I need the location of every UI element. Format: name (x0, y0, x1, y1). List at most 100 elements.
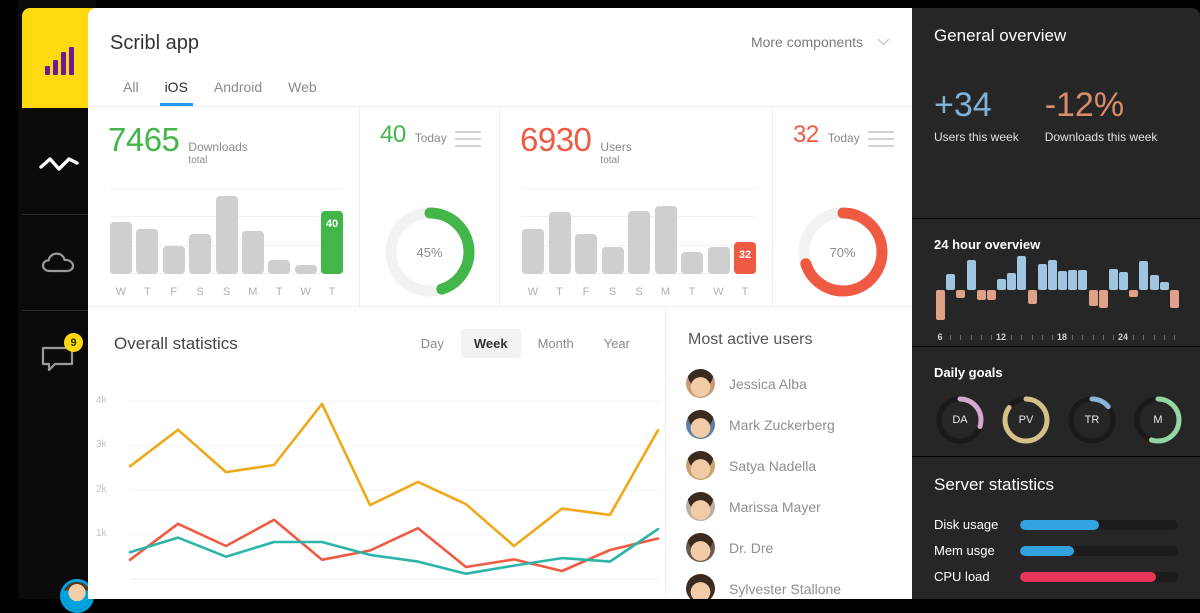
users-card: 6930 Users total 32 WTFSSMTWT (500, 107, 772, 306)
users-bar-chart: 32 WTFSSMTWT (522, 188, 756, 298)
hamburger-icon[interactable] (868, 131, 894, 152)
axis-tick (1143, 335, 1144, 340)
chevron-down-icon (877, 38, 890, 46)
bar (549, 212, 571, 274)
sidebar-item-messages[interactable]: 9 (22, 310, 96, 406)
range-tab-day[interactable]: Day (408, 329, 457, 358)
users-donut: 70% (795, 204, 891, 300)
axis-tick (971, 335, 972, 340)
hourly-bar (1038, 264, 1047, 290)
hourly-bar (946, 274, 955, 290)
hourly-bar (997, 279, 1006, 290)
users-donut-percent: 70% (795, 204, 891, 300)
goal-label: M (1132, 394, 1184, 446)
hourly-bar (1007, 273, 1016, 290)
more-components-label: More components (751, 34, 863, 50)
more-components-button[interactable]: More components (751, 34, 890, 50)
downloads-today-card: 40 Today 45% (360, 107, 500, 306)
list-item[interactable]: Mark Zuckerberg (666, 404, 911, 445)
range-tab-year[interactable]: Year (591, 329, 643, 358)
bar-label: T (549, 286, 571, 298)
bar: 40 (321, 211, 343, 274)
avatar (686, 533, 715, 562)
bar-label: W (295, 286, 317, 298)
hourly-overview-section: 24 hour overview 6121824 (912, 218, 1200, 346)
cloud-icon (41, 251, 77, 275)
list-item[interactable]: Satya Nadella (666, 445, 911, 486)
avatar (686, 492, 715, 521)
list-item-label: Marissa Mayer (729, 499, 821, 515)
bar-label: T (681, 286, 703, 298)
list-item[interactable]: Jessica Alba (666, 363, 911, 404)
bar-value: 32 (739, 249, 751, 261)
server-stat-track (1020, 572, 1178, 582)
goal-label: TR (1066, 394, 1118, 446)
bar (602, 247, 624, 274)
goal-ring: DA (934, 394, 986, 446)
daily-goals-title: Daily goals (934, 365, 1178, 380)
daily-goals-list: DAPVTRM (934, 394, 1178, 446)
hourly-bar (1119, 272, 1128, 290)
axis-label: 24 (1115, 332, 1131, 342)
hourly-bar (1109, 269, 1118, 290)
list-item[interactable]: Sylvester Stallone (666, 568, 911, 599)
axis-label: 12 (993, 332, 1009, 342)
dashboard-root: 9 Scribl app More components All iOS And… (0, 0, 1200, 599)
users-this-week-value: +34 (934, 88, 1019, 122)
hourly-bar (936, 290, 945, 320)
users-today-label: Today (828, 131, 860, 146)
platform-tabs: All iOS Android Web (110, 71, 330, 106)
range-tab-month[interactable]: Month (525, 329, 587, 358)
avatar (686, 451, 715, 480)
bar-value: 40 (326, 218, 338, 230)
axis-tick (1164, 335, 1165, 340)
general-overview-title: General overview (934, 26, 1178, 46)
downloads-value: 7465 (108, 121, 179, 159)
overall-statistics-card: Overall statistics Day Week Month Year 1… (88, 307, 666, 598)
app-logo[interactable] (22, 8, 96, 108)
list-item[interactable]: Dr. Dre (666, 527, 911, 568)
topbar: Scribl app More components All iOS Andro… (88, 8, 912, 107)
axis-tick (1103, 335, 1104, 340)
tab-all[interactable]: All (110, 71, 152, 106)
axis-tick (1082, 335, 1083, 340)
downloads-donut: 45% (382, 204, 478, 300)
server-stat-fill (1020, 546, 1074, 556)
list-item-label: Jessica Alba (729, 376, 807, 392)
axis-tick (1011, 335, 1012, 340)
server-stat-track (1020, 546, 1178, 556)
hamburger-icon[interactable] (455, 131, 481, 152)
daily-goals-section: Daily goals DA PV TR M (912, 346, 1200, 456)
axis-tick (981, 335, 982, 340)
goal-ring: TR (1066, 394, 1118, 446)
hourly-bar (1150, 275, 1159, 290)
axis-tick (1174, 335, 1175, 340)
server-stat-row: Mem usge (934, 543, 1178, 558)
users-value: 6930 (520, 121, 591, 159)
sidebar-item-cloud[interactable] (22, 214, 96, 310)
tab-web[interactable]: Web (275, 71, 330, 106)
goal-ring: PV (1000, 394, 1052, 446)
bar-label: S (628, 286, 650, 298)
sidebar-item-analytics[interactable] (22, 118, 96, 214)
tab-android[interactable]: Android (201, 71, 275, 106)
tab-ios[interactable]: iOS (152, 71, 201, 106)
list-item[interactable]: Marissa Mayer (666, 486, 911, 527)
bar-label: S (216, 286, 238, 298)
axis-tick (1042, 335, 1043, 340)
server-stat-track (1020, 520, 1178, 530)
axis-tick (960, 335, 961, 340)
stats-row: 7465 Downloads total 40 WTFSSMTWT 40 Tod… (88, 107, 912, 307)
bar-label: F (575, 286, 597, 298)
server-stat-label: Disk usage (934, 517, 1020, 532)
server-statistics-section: Server statistics Disk usageMem usgeCPU … (912, 456, 1200, 599)
axis-tick (1021, 335, 1022, 340)
downloads-this-week-caption: Downloads this week (1045, 130, 1158, 144)
server-stat-fill (1020, 572, 1156, 582)
downloads-bar-chart: 40 WTFSSMTWT (110, 188, 343, 298)
users-today-value: 32 (793, 121, 819, 149)
range-tabs: Day Week Month Year (408, 329, 643, 358)
hourly-bar (1068, 270, 1077, 290)
range-tab-week[interactable]: Week (461, 329, 521, 358)
list-item-label: Sylvester Stallone (729, 581, 841, 597)
